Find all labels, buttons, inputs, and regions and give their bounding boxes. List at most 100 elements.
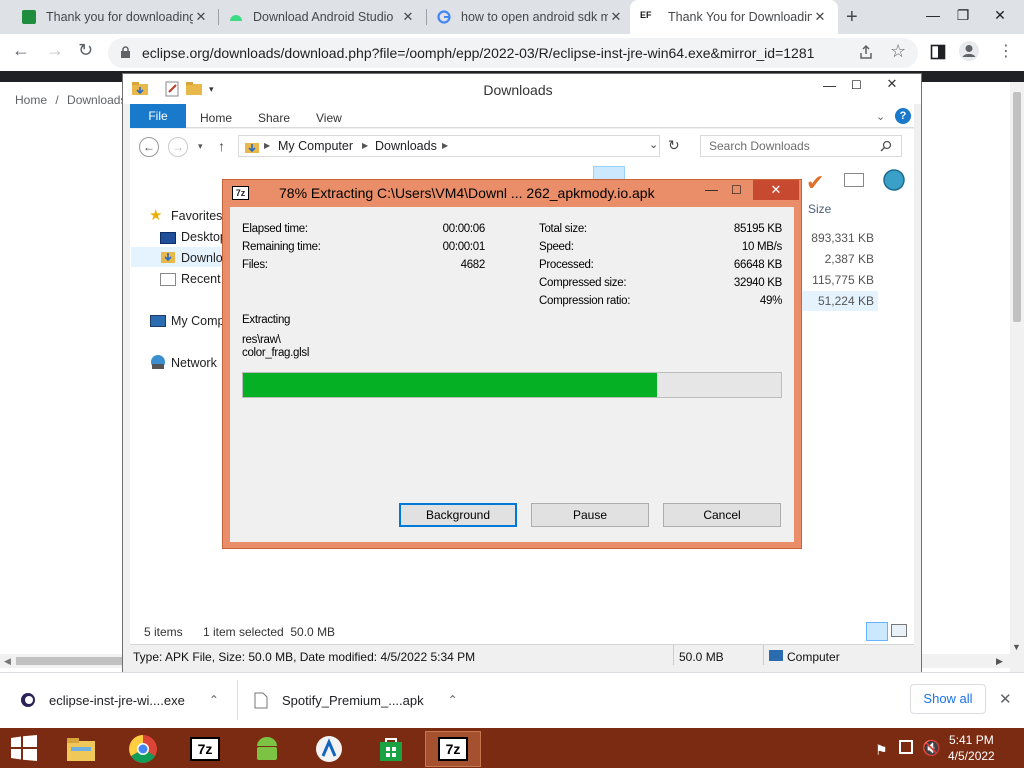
explorer-titlebar[interactable]: Downloads [123,74,921,104]
minimize-icon[interactable]: — [705,182,718,197]
minimize-icon[interactable]: — [823,78,836,93]
tab-eclipse-thank-you[interactable]: EF Thank You for Downloading ✕ [630,0,838,34]
selection-info: 1 item selected 50.0 MB [203,625,336,639]
scroll-down-icon[interactable]: ▼ [1012,642,1021,652]
path-downloads[interactable]: Downloads [375,139,437,153]
download-item-eclipse[interactable]: eclipse-inst-jre-wi....exe ⌃ [20,686,219,714]
new-folder-icon[interactable] [185,80,203,98]
restore-icon[interactable]: ❐ [948,0,978,34]
path-chevron-icon[interactable]: ▶ [264,141,270,150]
back-icon[interactable]: ← [12,40,30,61]
path-chevron-icon[interactable]: ▶ [442,141,448,150]
files-value: 4682 [460,259,486,271]
nav-downloads[interactable]: Downlo [181,251,223,265]
breadcrumb-home[interactable]: Home [15,93,47,107]
close-icon[interactable]: ✕ [608,9,624,25]
maximize-icon[interactable]: ☐ [851,78,862,92]
up-icon[interactable]: ↑ [218,138,225,154]
details-view-icon[interactable] [866,622,888,641]
nav-favorites[interactable]: Favorites [171,209,222,223]
taskbar-file-explorer[interactable] [59,731,103,767]
url-text[interactable]: eclipse.org/downloads/download.php?file=… [142,45,814,61]
dialog-titlebar[interactable]: 7z 78% Extracting C:\Users\VM4\Downl ...… [223,180,801,206]
minimize-icon[interactable]: — [918,0,948,34]
nav-desktop[interactable]: Desktop [181,230,227,244]
help-icon[interactable]: ? [895,108,911,124]
quick-access-dropdown-icon[interactable]: ▾ [209,84,214,95]
pause-button[interactable]: Pause [531,503,649,527]
nav-network[interactable]: Network [171,356,217,370]
close-icon[interactable]: ✕ [812,9,828,25]
taskbar-app[interactable] [307,731,351,767]
ribbon-tab-share[interactable]: Share [258,111,290,125]
refresh-icon[interactable]: ↻ [668,137,680,154]
file-icon [254,692,268,708]
taskbar-7zip-active[interactable]: 7z [425,731,481,767]
download-item-spotify[interactable]: Spotify_Premium_....apk ⌃ [254,686,458,714]
nav-my-computer[interactable]: My Comp [171,314,224,328]
path-dropdown-icon[interactable]: ⌄ [649,138,658,151]
ribbon-tab-view[interactable]: View [316,111,342,125]
side-panel-icon[interactable] [930,44,946,60]
scroll-left-icon[interactable]: ◀ [4,656,11,667]
windows-start-icon[interactable] [10,735,38,761]
search-input[interactable]: Search Downloads [700,135,902,157]
chevron-up-icon[interactable]: ⌃ [448,693,458,707]
bookmark-star-icon[interactable]: ☆ [890,41,906,62]
close-icon[interactable]: ✕ [193,9,209,25]
breadcrumb-downloads[interactable]: Downloads [67,93,126,107]
details-bar: Type: APK File, Size: 50.0 MB, Date modi… [130,644,914,666]
large-icons-view-icon[interactable] [891,624,907,637]
maximize-icon[interactable]: ☐ [731,183,742,197]
cancel-button[interactable]: Cancel [663,503,781,527]
page-scrollbar[interactable] [1010,82,1024,672]
close-icon[interactable]: ✕ [871,76,913,96]
tab-google-search[interactable]: how to open android sdk m ✕ [427,0,634,34]
globe-icon[interactable] [882,168,906,192]
tab-android-studio[interactable]: Download Android Studio ✕ [219,0,426,34]
taskbar-store[interactable] [369,731,413,767]
volume-muted-icon[interactable]: 🔇 [922,739,941,757]
ribbon-tab-file[interactable]: File [130,104,186,128]
scroll-right-icon[interactable]: ▶ [996,656,1003,667]
action-center-flag-icon[interactable]: ⚑ [875,742,888,759]
lock-icon[interactable] [120,46,131,59]
taskbar-android-studio[interactable] [245,731,289,767]
reload-icon[interactable]: ↻ [78,40,93,61]
file-size: 893,331 KB [811,231,874,245]
show-all-button[interactable]: Show all [910,684,986,714]
compression-ratio-label: Compression ratio: [539,295,631,307]
close-icon[interactable]: ✕ [753,180,799,200]
profile-avatar-icon[interactable] [958,40,980,62]
close-icon[interactable]: ✕ [400,9,416,25]
path-chevron-icon[interactable]: ▶ [362,141,368,150]
ribbon-tab-home[interactable]: Home [200,111,232,125]
path-my-computer[interactable]: My Computer [278,139,353,153]
properties-icon[interactable] [844,173,864,187]
properties-icon[interactable] [163,80,181,98]
forward-icon[interactable]: → [46,40,64,61]
column-size-header[interactable]: Size [808,202,831,216]
taskbar-chrome[interactable] [121,731,165,767]
back-icon[interactable]: ← [139,137,159,157]
close-shelf-icon[interactable]: ✕ [999,690,1012,708]
background-button[interactable]: Background [399,503,517,527]
folder-icon [132,82,148,95]
search-icon[interactable] [880,140,892,152]
forward-icon[interactable]: → [168,137,188,157]
app-a-icon [316,736,342,762]
network-tray-icon[interactable] [899,740,913,754]
menu-kebab-icon[interactable]: ⋮ [998,41,1014,61]
chevron-up-icon[interactable]: ⌃ [209,693,219,707]
divider [673,645,674,665]
tab-thank-you-sheets[interactable]: Thank you for downloading ✕ [12,0,219,34]
recent-locations-icon[interactable]: ▾ [198,141,203,152]
android-icon [230,15,242,21]
ribbon-expand-icon[interactable]: ⌄ [876,110,885,123]
taskbar-clock[interactable]: 5:41 PM 4/5/2022 [948,732,995,764]
checkmark-icon[interactable]: ✔ [806,170,824,196]
close-window-icon[interactable]: ✕ [985,0,1015,34]
taskbar-7zip[interactable]: 7z [183,731,227,767]
share-icon[interactable] [858,44,874,60]
new-tab-icon[interactable]: + [846,6,858,29]
